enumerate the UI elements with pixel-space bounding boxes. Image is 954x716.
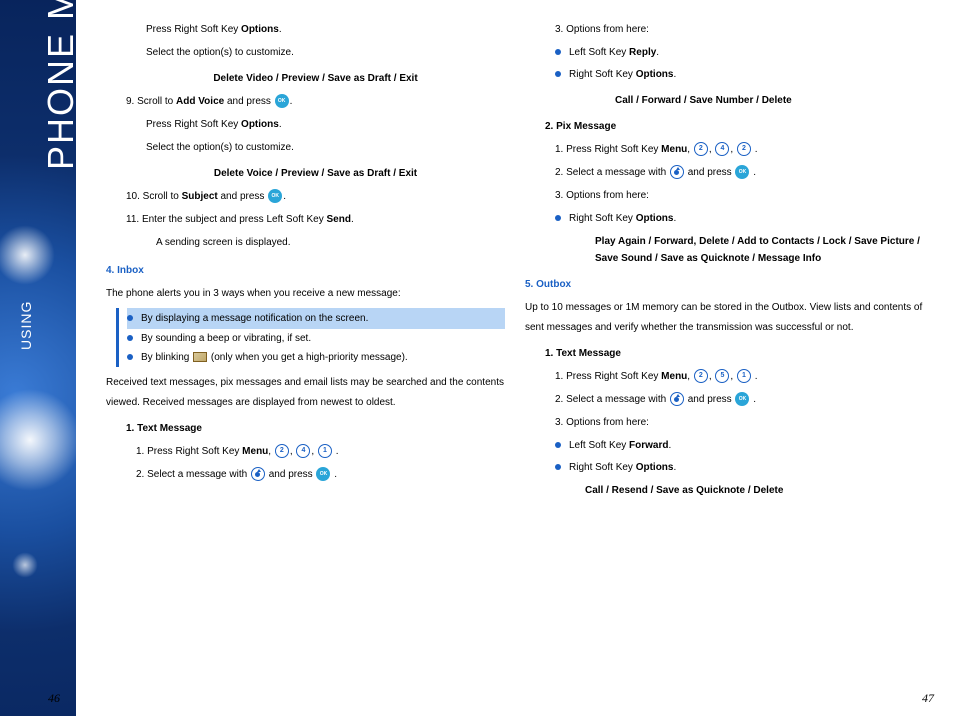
step-3: 3. Options from here: [555,413,924,433]
step-11: 11. Enter the subject and press Left Sof… [126,210,505,230]
page-number-right: 47 [922,691,934,706]
key-2-icon: 2 [694,369,708,383]
left-column: Press Right Soft Key Options. Select the… [96,20,515,706]
subsection-pix-message: 2. Pix Message [545,117,924,137]
step-9: 9. Scroll to Add Voice and press OK. [126,92,505,112]
text: Received text messages, pix messages and… [106,373,505,413]
text: Press Right Soft Key Options. [146,20,505,40]
list-item: By displaying a message notification on … [127,308,505,329]
step-10: 10. Scroll to Subject and press OK. [126,187,505,207]
section-outbox: 5. Outbox [525,275,924,295]
main-content: Press Right Soft Key Options. Select the… [76,0,954,716]
text: A sending screen is displayed. [156,233,505,253]
options-list: Call / Resend / Save as Quicknote / Dele… [585,482,924,499]
text: Select the option(s) to customize. [146,43,505,63]
sidebar-title: PHONE MENUS [40,0,76,170]
page-number-left: 46 [48,691,60,706]
text: Press Right Soft Key Options. [146,115,505,135]
list-item: Left Soft Key Reply. [555,43,924,63]
step-2: 2. Select a message with and press OK . [136,465,505,485]
text: Select the option(s) to customize. [146,138,505,158]
key-1-icon: 1 [737,369,751,383]
step-2: 2. Select a message with and press OK . [555,163,924,183]
text: The phone alerts you in 3 ways when you … [106,284,505,304]
step-3: 3. Options from here: [555,20,924,40]
ok-icon: OK [735,392,749,406]
step-2: 2. Select a message with and press OK . [555,390,924,410]
list-item: Right Soft Key Options. [555,65,924,85]
key-2-icon: 2 [275,444,289,458]
mail-icon [193,352,207,362]
key-5-icon: 5 [715,369,729,383]
right-column: 3. Options from here: Left Soft Key Repl… [515,20,934,706]
nav-icon [251,467,265,481]
key-1-icon: 1 [318,444,332,458]
sidebar: PHONE MENUS USING [0,0,76,716]
text: Up to 10 messages or 1M memory can be st… [525,298,924,338]
options-list: Call / Forward / Save Number / Delete [615,91,924,111]
key-2-icon: 2 [694,142,708,156]
list-item: By sounding a beep or vibrating, if set. [127,329,505,348]
subsection-text-message: 1. Text Message [126,419,505,439]
list-item: Right Soft Key Options. [555,458,924,478]
step-3: 3. Options from here: [555,186,924,206]
nav-icon [670,165,684,179]
ok-icon: OK [316,467,330,481]
ok-icon: OK [268,189,282,203]
sidebar-subtitle: USING [18,301,34,350]
key-2-icon: 2 [737,142,751,156]
key-4-icon: 4 [715,142,729,156]
list-item: Right Soft Key Options. [555,209,924,229]
nav-icon [670,392,684,406]
ok-icon: OK [735,165,749,179]
list-item: Left Soft Key Forward. [555,436,924,456]
key-4-icon: 4 [296,444,310,458]
step-1: 1. Press Right Soft Key Menu, 2, 5, 1 . [555,367,924,387]
options-list: Delete Voice / Preview / Save as Draft /… [146,164,485,184]
ok-icon: OK [275,94,289,108]
highlight-box: By displaying a message notification on … [116,308,505,367]
step-1: 1. Press Right Soft Key Menu, 2, 4, 2 . [555,140,924,160]
options-list: Delete Video / Preview / Save as Draft /… [146,69,485,89]
step-1: 1. Press Right Soft Key Menu, 2, 4, 1 . [136,442,505,462]
list-item: By blinking (only when you get a high-pr… [127,348,505,367]
options-list: Play Again / Forward, Delete / Add to Co… [595,233,924,267]
section-inbox: 4. Inbox [106,261,505,281]
subsection-text-message: 1. Text Message [545,344,924,364]
